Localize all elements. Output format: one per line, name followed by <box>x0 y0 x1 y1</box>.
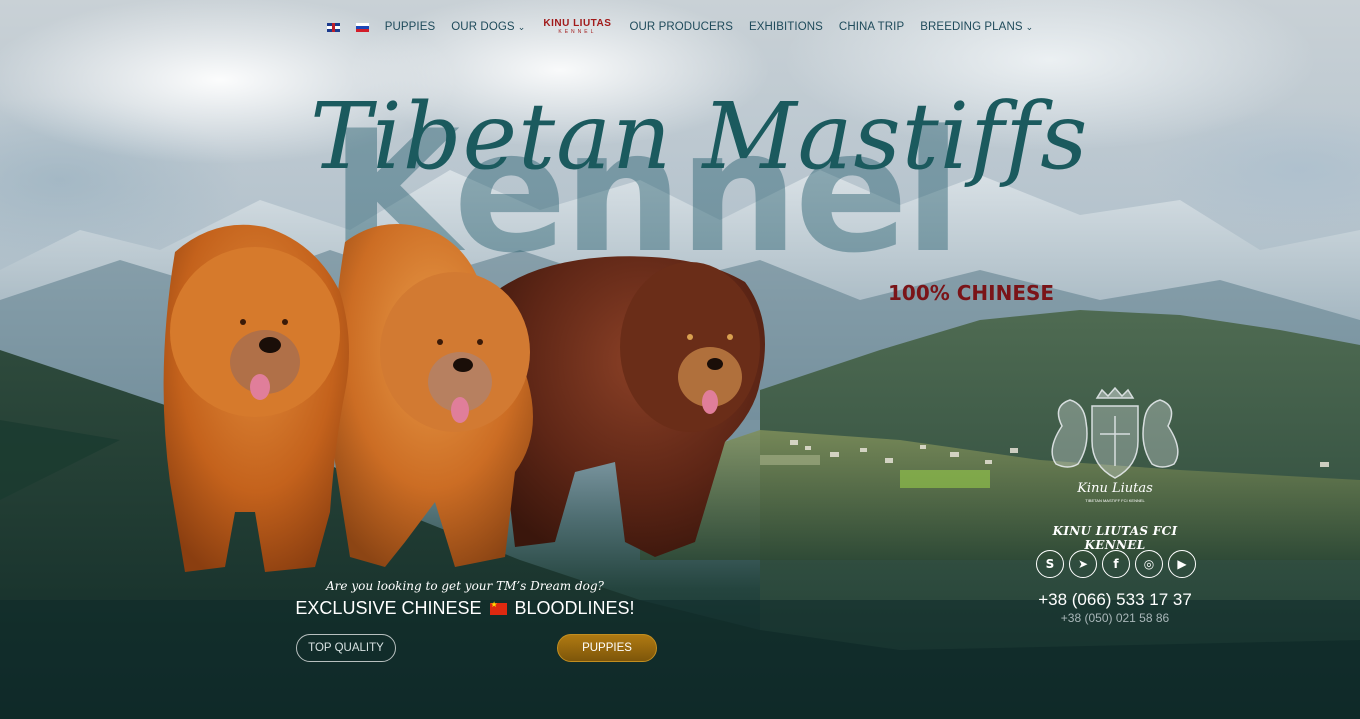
chevron-down-icon: ⌄ <box>517 22 526 32</box>
logo-subtext: KENNEL <box>558 29 597 35</box>
nav-item-our-producers[interactable]: OUR PRODUCERS <box>629 21 733 33</box>
youtube-icon[interactable]: ▶ <box>1168 550 1196 578</box>
tagline: Are you looking to get your TM’s Dream d… <box>326 579 604 593</box>
nav-item-puppies[interactable]: PUPPIES <box>385 21 436 33</box>
puppies-button[interactable]: PUPPIES <box>557 634 657 662</box>
uk-flag-icon[interactable] <box>326 22 340 32</box>
hero-title: Tibetan Mastiffs <box>310 83 1089 190</box>
skype-icon[interactable]: S <box>1036 550 1064 578</box>
dog-middle <box>331 224 533 567</box>
logo-text: KINU LIUTAS <box>543 18 612 29</box>
crest-text: Kinu Liutas <box>1076 481 1153 496</box>
facebook-icon[interactable]: f <box>1102 550 1130 578</box>
bloodlines-text: BLOODLINES! <box>514 598 635 618</box>
nav-item-exhibitions[interactable]: EXHIBITIONS <box>749 21 823 33</box>
nav-item-our-dogs[interactable]: OUR DOGS ⌄ <box>451 21 525 33</box>
chevron-down-icon: ⌄ <box>1025 22 1034 32</box>
crest-subtext: TIBETAN MASTIFF FCI KENNEL <box>1085 498 1145 503</box>
main-nav: PUPPIES OUR DOGS ⌄ KINU LIUTAS KENNEL OUR… <box>0 17 1360 37</box>
nav-item-china-trip[interactable]: CHINA TRIP <box>839 21 904 33</box>
telegram-icon[interactable]: ➤ <box>1069 550 1097 578</box>
china-flag-icon <box>489 600 507 615</box>
phone-primary[interactable]: +38 (066) 533 17 37 <box>1020 590 1210 610</box>
social-links: S ➤ f ◎ ▶ <box>1036 550 1196 578</box>
hero-subtitle: 100% CHINESE <box>888 281 1055 305</box>
bloodlines-text: EXCLUSIVE CHINESE <box>295 598 482 618</box>
phone-secondary[interactable]: +38 (050) 021 58 86 <box>1020 611 1210 625</box>
tibetan-mastiffs-image <box>163 224 765 572</box>
kennel-crest-logo: Kinu Liutas TIBETAN MASTIFF FCI KENNEL <box>1051 386 1179 503</box>
nav-item-label: OUR DOGS <box>451 21 515 33</box>
top-quality-button[interactable]: TOP QUALITY <box>296 634 396 662</box>
instagram-icon[interactable]: ◎ <box>1135 550 1163 578</box>
kennel-name: KINU LIUTAS FCI KENNEL <box>1052 524 1178 552</box>
dog-left <box>163 224 349 572</box>
nav-item-breeding-plans[interactable]: BREEDING PLANS ⌄ <box>920 21 1033 33</box>
ru-flag-icon[interactable] <box>355 22 369 32</box>
kennel-logo[interactable]: KINU LIUTAS KENNEL <box>543 19 611 35</box>
bloodlines-heading: EXCLUSIVE CHINESE BLOODLINES! <box>280 598 650 619</box>
nav-item-label: BREEDING PLANS <box>920 21 1023 33</box>
